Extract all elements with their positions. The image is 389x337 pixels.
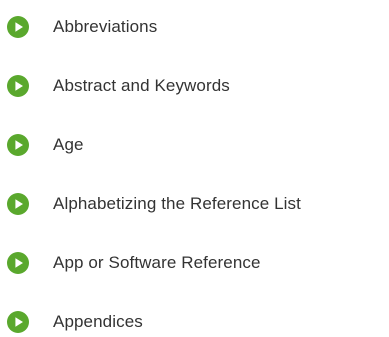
play-circle-icon [7, 311, 29, 333]
play-circle-icon [7, 134, 29, 156]
play-circle-icon [7, 193, 29, 215]
topic-label: App or Software Reference [53, 253, 261, 272]
topic-label: Age [53, 135, 84, 154]
topic-label: Abstract and Keywords [53, 76, 230, 95]
play-circle-icon [7, 252, 29, 274]
topic-label: Alphabetizing the Reference List [53, 194, 301, 213]
play-circle-icon [7, 75, 29, 97]
topic-item-abbreviations[interactable]: Abbreviations [0, 12, 389, 42]
topic-item-app-or-software-reference[interactable]: App or Software Reference [0, 248, 389, 278]
topic-label: Abbreviations [53, 17, 158, 36]
topic-item-abstract-and-keywords[interactable]: Abstract and Keywords [0, 71, 389, 101]
topic-item-age[interactable]: Age [0, 130, 389, 160]
play-circle-icon [7, 16, 29, 38]
topic-item-alphabetizing-the-reference-list[interactable]: Alphabetizing the Reference List [0, 189, 389, 219]
